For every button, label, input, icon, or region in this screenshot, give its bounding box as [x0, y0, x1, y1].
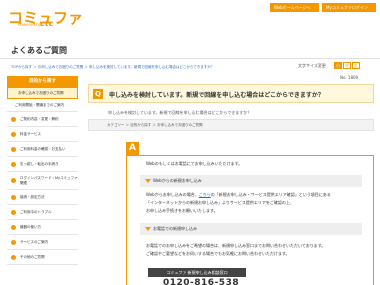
sidebar-item-label: 機器の使い方	[20, 224, 41, 229]
sidebar-item-label: ご利用開始・開通までのご案内	[15, 102, 64, 107]
sidebar-item[interactable]: 接続・設定方法	[7, 190, 78, 205]
web-line-1a: Webからお申し込みの場合、	[146, 192, 199, 197]
sidebar-item-label: ご利用中のトラブル	[20, 209, 52, 214]
triangle-down-icon	[145, 227, 151, 231]
phone-section-title: お電話での新規申し込み	[153, 226, 197, 231]
web-line-1: Webからお申し込みの場合、こちらの「新規お申し込み・サービス提供エリア確認」と…	[146, 192, 331, 198]
sidebar-item[interactable]: ご利用中のトラブル	[7, 205, 78, 220]
sidebar-item-label: その他のご質問	[20, 254, 45, 259]
question-badge: Q	[93, 89, 103, 99]
phone-line-2: ご確認やご要望などをお伺いする場合でもお気軽にお問い合わせいただけます。	[146, 251, 290, 256]
phone-section-heading: お電話での新規申し込み	[140, 223, 362, 235]
payment-icon	[11, 146, 16, 152]
sidebar-heading: 目的から探す	[7, 76, 78, 87]
sidebar-item[interactable]: 料金サービス	[7, 127, 78, 142]
font-size-label: 文字サイズ変更	[298, 63, 326, 68]
moving-icon	[11, 161, 16, 167]
sidebar-item[interactable]: 引っ越し・転出の手続き	[7, 157, 78, 172]
contract-icon	[11, 116, 16, 122]
key-icon	[11, 178, 16, 183]
breadcrumb[interactable]: TOPから探す ＞ お申し込みでお困りのご質問 ＞ 申し込みを検討しています。新…	[11, 65, 214, 70]
answer-badge: A	[126, 142, 139, 155]
sidebar-item-label: 引っ越し・転出の手続き	[20, 161, 59, 166]
logo-ctc: ctc	[40, 19, 54, 28]
settings-icon	[11, 194, 16, 200]
logo-powered-by: Powered by	[18, 22, 42, 27]
sidebar-item[interactable]: ご契約内容・変更・解約	[7, 112, 78, 127]
font-size-medium-button[interactable]: 中	[343, 62, 351, 69]
home-link-button[interactable]: Webホームページへ	[270, 3, 319, 12]
page-title: よくあるご質問	[11, 46, 67, 55]
sidebar-item-label: 接続・設定方法	[20, 194, 45, 199]
phone-number[interactable]: 0120-816-538	[163, 278, 239, 285]
question-icon	[11, 254, 16, 260]
font-size-small-button[interactable]: 小	[334, 62, 342, 69]
sidebar-item-active[interactable]: お申し込みでお困りのご質問	[7, 87, 78, 99]
contact-center-label: コミュファ 新規申し込み相談窓口	[148, 268, 246, 277]
answer-intro: Webのもしくはお電話にてお申し込みいただけます。	[146, 161, 243, 166]
web-apply-link[interactable]: こちら	[199, 192, 211, 197]
question-number: No. 1809	[340, 75, 359, 80]
mypage-login-button[interactable]: Myコミュファログイン	[322, 3, 376, 12]
question-detail: 申し込みを検討しています。新規で回線を申し込む場合はどこからできますか？	[108, 110, 252, 115]
title-divider	[0, 58, 380, 59]
sidebar-item-label: 料金サービス	[20, 131, 41, 136]
web-section-heading: Webからの新規お申し込み	[140, 175, 362, 187]
sidebar-item[interactable]: ご利用料金の確認・お支払い	[7, 142, 78, 157]
triangle-down-icon	[145, 179, 151, 183]
yen-icon	[11, 131, 16, 137]
trouble-icon	[11, 209, 16, 215]
font-size-large-button[interactable]: 大	[352, 62, 360, 69]
sidebar-item[interactable]: 機器の使い方	[7, 220, 78, 235]
phone-line-1: お電話でのお申し込みをご希望の場合は、新規申し込み窓口までお問い合わせいただいて…	[146, 243, 326, 248]
sidebar-item[interactable]: サービスのご案内	[7, 235, 78, 250]
site-header: コミュファ Powered by ctc Webホームページへ Myコミュファロ…	[0, 0, 380, 34]
category-path[interactable]: カテゴリー ＞ 目的から探す ＞ お申し込みでお困りのご質問	[88, 119, 374, 131]
sidebar-item-label: ご契約内容・変更・解約	[20, 116, 59, 121]
service-icon	[11, 239, 16, 245]
web-line-3: お申し込み手続きをお願いいたします。	[146, 208, 218, 213]
sidebar-item[interactable]: ログインパスワード・Myコミュファ関連	[7, 172, 78, 190]
web-line-2: 「インターネットからの新規お申し込み」よりサービス提供エリアをご確認の上、	[146, 200, 294, 205]
device-icon	[11, 224, 16, 230]
sidebar-item[interactable]: ご利用開始・開通までのご案内	[7, 99, 78, 112]
question-title: 申し込みを検討しています。新規で回線を申し込む場合はどこからできますか？	[109, 92, 324, 99]
web-section-title: Webからの新規お申し込み	[153, 178, 202, 183]
sidebar-item[interactable]: その他のご質問	[7, 250, 78, 265]
sidebar: 目的から探す お申し込みでお困りのご質問 ご利用開始・開通までのご案内 ご契約内…	[7, 76, 78, 265]
question-box: Q 申し込みを検討しています。新規で回線を申し込む場合はどこからできますか？	[88, 84, 374, 103]
web-line-1b: の「新規お申し込み・サービス提供エリア確認」という項目にある	[210, 192, 331, 197]
sidebar-item-label: ログインパスワード・Myコミュファ関連	[20, 175, 78, 185]
sidebar-item-label: ご利用料金の確認・お支払い	[20, 146, 66, 151]
sidebar-item-label: サービスのご案内	[20, 239, 48, 244]
